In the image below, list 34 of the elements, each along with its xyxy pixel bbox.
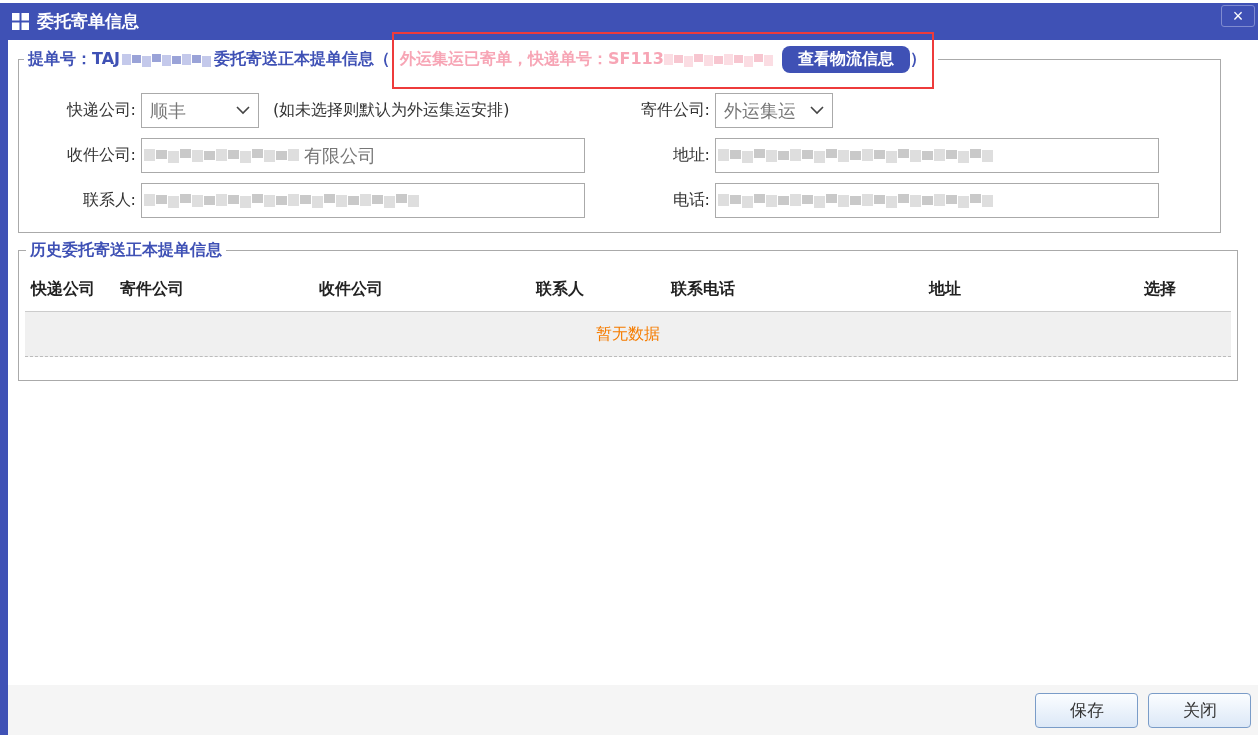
legend-title: ）	[909, 49, 926, 70]
column-header: 快递公司	[31, 279, 96, 300]
field-label: 寄件公司:	[639, 100, 710, 121]
field-label: 收件公司:	[65, 145, 136, 166]
window-title: 委托寄单信息	[37, 10, 139, 33]
hint-text: (如未选择则默认为外运集运安排)	[273, 100, 510, 121]
input-field[interactable]	[715, 138, 1159, 173]
chevron-down-icon	[810, 106, 824, 115]
legend-title: 历史委托寄送正本提单信息	[26, 240, 226, 261]
chevron-down-icon	[236, 106, 250, 115]
dropdown[interactable]: 外运集运	[715, 93, 833, 128]
field-label: 联系人:	[81, 190, 136, 211]
track-button[interactable]: 查看物流信息	[781, 46, 910, 73]
column-header: 联系电话	[671, 279, 736, 300]
field-label: 地址:	[671, 145, 710, 166]
input-field[interactable]: 有限公司	[141, 138, 585, 173]
dialog-button[interactable]: 关闭	[1148, 692, 1251, 728]
empty-message: 暂无数据	[596, 323, 660, 345]
input-field[interactable]	[141, 183, 585, 218]
status-text: 外运集运已寄单，快递单号：SF113	[400, 49, 664, 70]
column-header: 寄件公司	[120, 279, 185, 300]
dialog-button[interactable]: 保存	[1035, 692, 1138, 728]
column-header: 地址	[929, 279, 962, 300]
legend-title: 提单号：TAJ	[28, 49, 120, 70]
column-header: 联系人	[536, 279, 585, 300]
legend-title: 委托寄送正本提单信息（	[214, 49, 390, 70]
dropdown[interactable]: 顺丰	[141, 93, 259, 128]
column-header: 收件公司	[319, 279, 384, 300]
close-button[interactable]: ×	[1221, 5, 1255, 27]
input-field[interactable]	[715, 183, 1159, 218]
column-header: 选择	[1144, 279, 1177, 300]
field-label: 电话:	[671, 190, 710, 211]
field-label: 快递公司:	[65, 100, 136, 121]
grid-icon	[12, 13, 29, 30]
